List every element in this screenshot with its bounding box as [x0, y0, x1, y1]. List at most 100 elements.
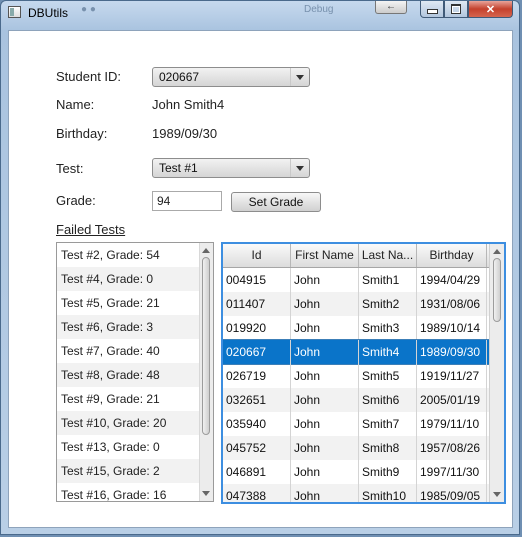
scroll-down-icon[interactable]: [493, 492, 501, 497]
cell-id: 032651: [223, 388, 291, 412]
student-id-dropdown[interactable]: 020667: [152, 67, 310, 87]
background-glyph-icon: ● ●: [81, 4, 96, 15]
table-row[interactable]: 004915 John Smith1 1994/04/29: [223, 268, 489, 292]
list-item[interactable]: Test #15, Grade: 2: [57, 459, 200, 483]
cell-birthday: 1997/11/30: [417, 460, 487, 484]
list-item[interactable]: Test #9, Grade: 21: [57, 387, 200, 411]
grade-label: Grade:: [56, 193, 96, 208]
cell-first-name: John: [291, 436, 359, 460]
title-bar[interactable]: DBUtils ● ● Debug ← ✕: [1, 1, 519, 25]
chevron-down-icon: [290, 68, 309, 86]
cell-id: 046891: [223, 460, 291, 484]
cell-first-name: John: [291, 412, 359, 436]
cell-birthday: 2005/01/19: [417, 388, 487, 412]
column-header-id[interactable]: Id: [223, 244, 291, 267]
name-value: John Smith4: [152, 97, 225, 112]
list-item[interactable]: Test #16, Grade: 16: [57, 483, 200, 501]
cell-id: 019920: [223, 316, 291, 340]
cell-first-name: John: [291, 460, 359, 484]
chevron-down-icon: [290, 159, 309, 177]
cell-first-name: John: [291, 388, 359, 412]
cell-id: 045752: [223, 436, 291, 460]
list-item[interactable]: Test #8, Grade: 48: [57, 363, 200, 387]
test-dropdown[interactable]: Test #1: [152, 158, 310, 178]
cell-birthday: 1985/09/05: [417, 484, 487, 502]
table-row[interactable]: 047388 John Smith10 1985/09/05: [223, 484, 489, 502]
grade-input[interactable]: 94: [152, 191, 222, 211]
maximize-icon: [451, 4, 461, 14]
client-area: Student ID: 020667 Name: John Smith4 Bir…: [8, 30, 513, 528]
cell-last-name: Smith10: [359, 484, 417, 502]
cell-birthday: 1979/11/10: [417, 412, 487, 436]
table-header: Id First Name Last Na... Birthday: [223, 244, 489, 268]
cell-last-name: Smith3: [359, 316, 417, 340]
student-id-value: 020667: [159, 70, 200, 84]
cell-birthday: 1931/08/06: [417, 292, 487, 316]
cell-last-name: Smith7: [359, 412, 417, 436]
set-grade-button[interactable]: Set Grade: [231, 192, 321, 212]
table-row[interactable]: 035940 John Smith7 1979/11/10: [223, 412, 489, 436]
cell-first-name: John: [291, 268, 359, 292]
scroll-up-icon[interactable]: [202, 248, 210, 253]
minimize-icon: [426, 9, 438, 14]
list-item[interactable]: Test #2, Grade: 54: [57, 243, 200, 267]
table-row[interactable]: 026719 John Smith5 1919/11/27: [223, 364, 489, 388]
list-item[interactable]: Test #6, Grade: 3: [57, 315, 200, 339]
scroll-down-icon[interactable]: [202, 491, 210, 496]
minimize-button[interactable]: [420, 1, 444, 18]
dbutils-window: DBUtils ● ● Debug ← ✕ Student ID: 020667…: [0, 0, 520, 535]
scroll-up-icon[interactable]: [493, 249, 501, 254]
close-button[interactable]: ✕: [468, 1, 513, 18]
table-row[interactable]: 045752 John Smith8 1957/08/26: [223, 436, 489, 460]
test-label: Test:: [56, 161, 84, 176]
list-item[interactable]: Test #10, Grade: 20: [57, 411, 200, 435]
birthday-label: Birthday:: [56, 126, 108, 141]
cell-first-name: John: [291, 340, 359, 364]
scrollbar-thumb[interactable]: [493, 258, 501, 322]
column-header-last-name[interactable]: Last Na...: [359, 244, 417, 267]
test-value: Test #1: [159, 161, 198, 175]
cell-id: 004915: [223, 268, 291, 292]
table-row[interactable]: 032651 John Smith6 2005/01/19: [223, 388, 489, 412]
failed-tests-scrollbar[interactable]: [199, 243, 213, 501]
cell-birthday: 1989/09/30: [417, 340, 487, 364]
table-row[interactable]: 046891 John Smith9 1997/11/30: [223, 460, 489, 484]
student-id-label: Student ID:: [56, 69, 122, 84]
window-title: DBUtils: [28, 6, 69, 20]
cell-birthday: 1957/08/26: [417, 436, 487, 460]
list-item[interactable]: Test #7, Grade: 40: [57, 339, 200, 363]
list-item[interactable]: Test #4, Grade: 0: [57, 267, 200, 291]
birthday-value: 1989/09/30: [152, 126, 218, 141]
cell-birthday: 1919/11/27: [417, 364, 487, 388]
cell-id: 026719: [223, 364, 291, 388]
cell-first-name: John: [291, 316, 359, 340]
cell-first-name: John: [291, 292, 359, 316]
close-icon: ✕: [485, 3, 496, 16]
cell-last-name: Smith9: [359, 460, 417, 484]
students-table[interactable]: Id First Name Last Na... Birthday 004915…: [221, 242, 506, 504]
background-toolbar-text: Debug: [304, 4, 334, 15]
scrollbar-thumb[interactable]: [202, 257, 210, 435]
name-label: Name:: [56, 97, 95, 112]
cell-first-name: John: [291, 484, 359, 502]
students-table-scrollbar[interactable]: [489, 244, 504, 502]
failed-tests-list[interactable]: Test #2, Grade: 54 Test #4, Grade: 0 Tes…: [56, 242, 214, 502]
cell-birthday: 1994/04/29: [417, 268, 487, 292]
cell-last-name: Smith6: [359, 388, 417, 412]
column-header-first-name[interactable]: First Name: [291, 244, 359, 267]
cell-birthday: 1989/10/14: [417, 316, 487, 340]
table-row[interactable]: 011407 John Smith2 1931/08/06: [223, 292, 489, 316]
list-item[interactable]: Test #13, Grade: 0: [57, 435, 200, 459]
list-item[interactable]: Test #5, Grade: 21: [57, 291, 200, 315]
cell-id: 035940: [223, 412, 291, 436]
table-row[interactable]: 019920 John Smith3 1989/10/14: [223, 316, 489, 340]
maximize-button[interactable]: [444, 1, 468, 18]
table-row-selected[interactable]: 020667 John Smith4 1989/09/30: [223, 339, 490, 365]
cell-id: 047388: [223, 484, 291, 502]
column-header-birthday[interactable]: Birthday: [417, 244, 487, 267]
cell-last-name: Smith2: [359, 292, 417, 316]
cell-last-name: Smith5: [359, 364, 417, 388]
failed-tests-label: Failed Tests: [56, 222, 126, 237]
cell-id: 011407: [223, 292, 291, 316]
back-button[interactable]: ←: [375, 1, 407, 14]
